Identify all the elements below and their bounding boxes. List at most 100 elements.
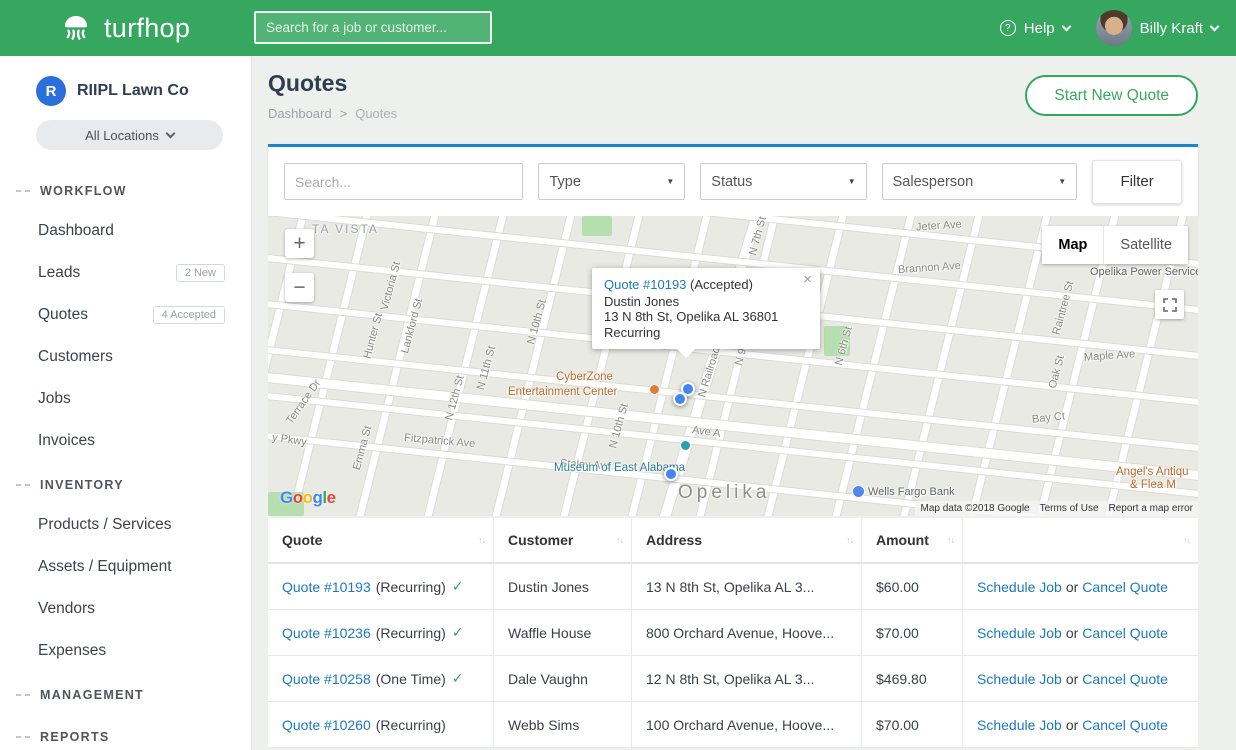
cancel-quote-link[interactable]: Cancel Quote	[1082, 671, 1168, 687]
schedule-job-link[interactable]: Schedule Job	[977, 579, 1062, 595]
breadcrumb-quotes: Quotes	[355, 106, 397, 121]
column-header-address[interactable]: Address↑↓	[632, 518, 862, 564]
type-select[interactable]: Type ▼	[538, 163, 685, 200]
sidebar-item-assets-equipment[interactable]: Assets / Equipment	[0, 546, 251, 588]
turfhop-logo-icon	[56, 8, 96, 48]
map-attribution: Map data ©2018 Google Terms of Use Repor…	[915, 501, 1198, 516]
quote-type: (One Time)	[376, 671, 446, 687]
map[interactable]: TA VISTAJeter AveBrannon AveOpelika Powe…	[268, 216, 1198, 516]
help-menu[interactable]: ? Help	[1000, 20, 1070, 37]
sidebar-item-quotes[interactable]: Quotes4 Accepted	[0, 294, 251, 336]
table-row: Quote #10260(Recurring)Webb Sims100 Orch…	[268, 702, 1198, 748]
sidebar-section-title: WORKFLOW	[40, 184, 127, 198]
actions-cell: Schedule JoborCancel Quote	[963, 610, 1198, 656]
sidebar-nav: WORKFLOW DashboardLeads2 NewQuotes4 Accep…	[0, 172, 251, 750]
info-type: Recurring	[604, 325, 808, 341]
schedule-job-link[interactable]: Schedule Job	[977, 671, 1062, 687]
column-header-amount[interactable]: Amount↑↓	[862, 518, 963, 564]
sidebar-section-label-management[interactable]: MANAGEMENT	[0, 676, 251, 714]
terms-of-use-link[interactable]: Terms of Use	[1040, 503, 1099, 514]
quote-cell: Quote #10258 (One Time) ✓	[268, 656, 494, 702]
actions-or-text: or	[1066, 671, 1078, 687]
info-quote-link[interactable]: Quote #10193	[604, 277, 686, 292]
sort-icon[interactable]: ↑↓	[616, 535, 623, 545]
sort-icon[interactable]: ↑↓	[1183, 535, 1190, 545]
schedule-job-link[interactable]: Schedule Job	[977, 625, 1062, 641]
quote-type: (Recurring)	[376, 579, 446, 595]
sidebar-section-label-reports[interactable]: REPORTS	[0, 718, 251, 750]
customer-cell: Webb Sims	[494, 702, 632, 748]
map-label-hunter-st: Hunter St	[361, 312, 385, 360]
amount-cell: $70.00	[862, 610, 963, 656]
sidebar-item-jobs[interactable]: Jobs	[0, 378, 251, 420]
breadcrumb-dashboard[interactable]: Dashboard	[268, 106, 332, 121]
sidebar-section-reports: REPORTS	[0, 718, 251, 750]
map-label-y-pkwy: y Pkwy	[271, 432, 307, 449]
map-label-opelika: Opelika	[678, 482, 770, 504]
sort-icon[interactable]: ↑↓	[478, 535, 485, 545]
satellite-mode-button[interactable]: Satellite	[1103, 226, 1188, 264]
start-new-quote-button[interactable]: Start New Quote	[1025, 75, 1198, 116]
salesperson-select[interactable]: Salesperson ▼	[882, 163, 1078, 200]
map-label-wells-fargo-bank: Wells Fargo Bank	[868, 486, 955, 498]
sidebar-item-leads[interactable]: Leads2 New	[0, 252, 251, 294]
info-quote-status: (Accepted)	[690, 277, 753, 292]
breadcrumb-separator: >	[340, 106, 348, 121]
fullscreen-button[interactable]	[1155, 290, 1184, 319]
poi-marker	[649, 384, 660, 395]
global-search-input[interactable]	[254, 11, 492, 44]
sidebar-section-label-inventory[interactable]: INVENTORY	[0, 466, 251, 504]
column-header-customer[interactable]: Customer↑↓	[494, 518, 632, 564]
schedule-job-link[interactable]: Schedule Job	[977, 717, 1062, 733]
quote-marker[interactable]	[664, 467, 678, 481]
quote-link[interactable]: Quote #10258	[282, 671, 371, 687]
sidebar-item-products-services[interactable]: Products / Services	[0, 504, 251, 546]
cancel-quote-link[interactable]: Cancel Quote	[1082, 579, 1168, 595]
cancel-quote-link[interactable]: Cancel Quote	[1082, 717, 1168, 733]
dropdown-arrow-icon: ▼	[848, 177, 856, 186]
company[interactable]: R RIIPL Lawn Co	[0, 56, 251, 106]
accepted-check-icon: ✓	[452, 670, 464, 687]
sort-icon[interactable]: ↑↓	[846, 535, 853, 545]
zoom-out-button[interactable]: −	[285, 273, 314, 302]
sort-icon[interactable]: ↑↓	[947, 535, 954, 545]
quote-link[interactable]: Quote #10260	[282, 717, 371, 733]
brand-name: turfhop	[104, 13, 190, 44]
quote-cell: Quote #10236(Recurring)✓	[268, 610, 494, 656]
column-header-actions[interactable]: ↑↓	[963, 518, 1198, 564]
sidebar-item-invoices[interactable]: Invoices	[0, 420, 251, 462]
poi-marker	[852, 485, 865, 498]
quote-cell: Quote #10260(Recurring)	[268, 702, 494, 748]
close-icon[interactable]: ×	[803, 272, 812, 288]
user-avatar	[1096, 10, 1132, 46]
brand[interactable]: turfhop	[56, 8, 190, 48]
report-map-error-link[interactable]: Report a map error	[1109, 503, 1193, 514]
cancel-quote-link[interactable]: Cancel Quote	[1082, 625, 1168, 641]
status-select[interactable]: Status ▼	[700, 163, 866, 200]
map-label-raintree-st: Raintree St	[1051, 280, 1077, 336]
sidebar-item-vendors[interactable]: Vendors	[0, 588, 251, 630]
table-search-input[interactable]	[284, 163, 523, 200]
filter-button[interactable]: Filter	[1092, 160, 1182, 204]
zoom-in-button[interactable]: +	[285, 229, 314, 258]
column-header-quote[interactable]: Quote↑↓	[268, 518, 494, 564]
location-selector[interactable]: All Locations	[36, 120, 223, 150]
google-logo[interactable]: Google	[280, 488, 336, 508]
section-dashes-icon	[16, 694, 30, 696]
quote-link[interactable]: Quote #10193	[282, 579, 371, 595]
sidebar-item-dashboard[interactable]: Dashboard	[0, 210, 251, 252]
table-row: Quote #10193(Recurring)✓Dustin Jones13 N…	[268, 564, 1198, 610]
user-menu[interactable]: Billy Kraft	[1096, 10, 1218, 46]
quote-marker[interactable]	[673, 392, 687, 406]
sidebar-section-label-workflow[interactable]: WORKFLOW	[0, 172, 251, 210]
info-customer: Dustin Jones	[604, 294, 808, 310]
google-letter: e	[327, 488, 336, 507]
chevron-down-icon	[165, 128, 175, 138]
sidebar-badge: 2 New	[176, 264, 225, 282]
sidebar-item-customers[interactable]: Customers	[0, 336, 251, 378]
sidebar-item-expenses[interactable]: Expenses	[0, 630, 251, 672]
quote-link[interactable]: Quote #10236	[282, 625, 371, 641]
google-letter: o	[293, 488, 303, 507]
map-mode-button[interactable]: Map	[1042, 226, 1103, 264]
sidebar-item-label: Jobs	[38, 390, 71, 408]
